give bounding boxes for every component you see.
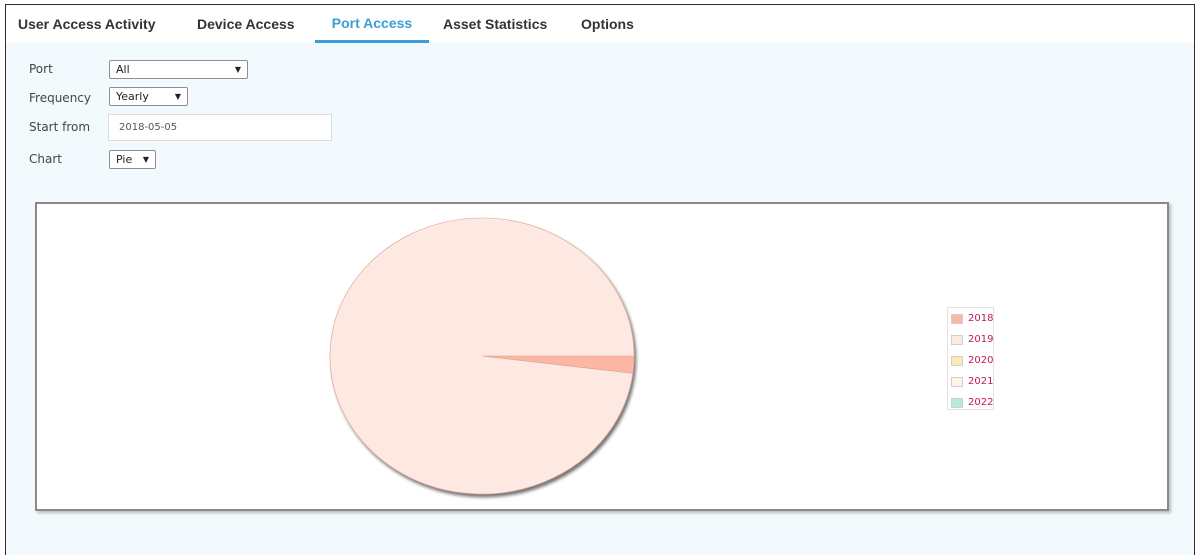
frequency-select[interactable]: Yearly ▼ [109,87,188,106]
chart-type-select[interactable]: Pie ▼ [109,150,156,169]
start-date-input[interactable]: 2018-05-05 [108,114,332,141]
pie-chart [329,217,635,495]
chevron-down-icon: ▼ [234,65,241,74]
chart-label: Chart [29,152,62,166]
port-label: Port [29,62,53,76]
chart-container: 2018 2019 2020 2021 2022 [35,202,1169,511]
legend-label: 2021 [968,376,994,387]
legend-label: 2018 [968,313,994,324]
chart-type-select-value: Pie [116,153,133,166]
tab-asset-statistics[interactable]: Asset Statistics [443,5,547,43]
chevron-down-icon: ▼ [174,92,181,101]
tab-user-access-activity[interactable]: User Access Activity [18,5,155,43]
legend-swatch [951,377,963,387]
port-select-value: All [116,63,130,76]
legend-swatch [951,356,963,366]
tab-bar: User Access Activity Device Access Port … [6,5,1194,43]
legend-swatch [951,314,963,324]
legend-label: 2019 [968,334,994,345]
chart-legend: 2018 2019 2020 2021 2022 [947,307,994,410]
legend-label: 2020 [968,355,994,366]
start-from-label: Start from [29,120,91,134]
tab-options[interactable]: Options [581,5,634,43]
legend-swatch [951,335,963,345]
frequency-label: Frequency [29,91,91,105]
pie-slice-2019[interactable] [329,217,635,495]
chevron-down-icon: ▼ [142,155,149,164]
tab-port-access[interactable]: Port Access [315,5,429,43]
legend-swatch [951,398,963,408]
port-access-panel: User Access Activity Device Access Port … [5,4,1195,555]
port-select[interactable]: All ▼ [109,60,248,79]
frequency-select-value: Yearly [116,90,149,103]
legend-label: 2022 [968,397,994,408]
tab-device-access[interactable]: Device Access [197,5,295,43]
